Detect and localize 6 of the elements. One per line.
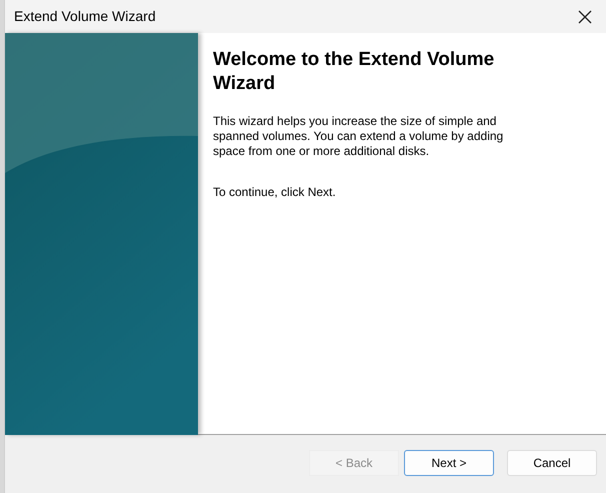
wizard-button[interactable]: Next >	[404, 450, 494, 476]
description-text: To continue, click Next.	[213, 185, 337, 200]
window-title: Extend Volume Wizard	[14, 7, 156, 26]
wizard-button[interactable]: Cancel	[507, 450, 597, 476]
description-text: This wizard helps you increase the size of simple and spanned volumes. You can extend a volume by adding space from one or more additional disks.	[213, 114, 504, 159]
wizard-heading: Welcome to the Extend Volume Wizard	[213, 48, 496, 96]
